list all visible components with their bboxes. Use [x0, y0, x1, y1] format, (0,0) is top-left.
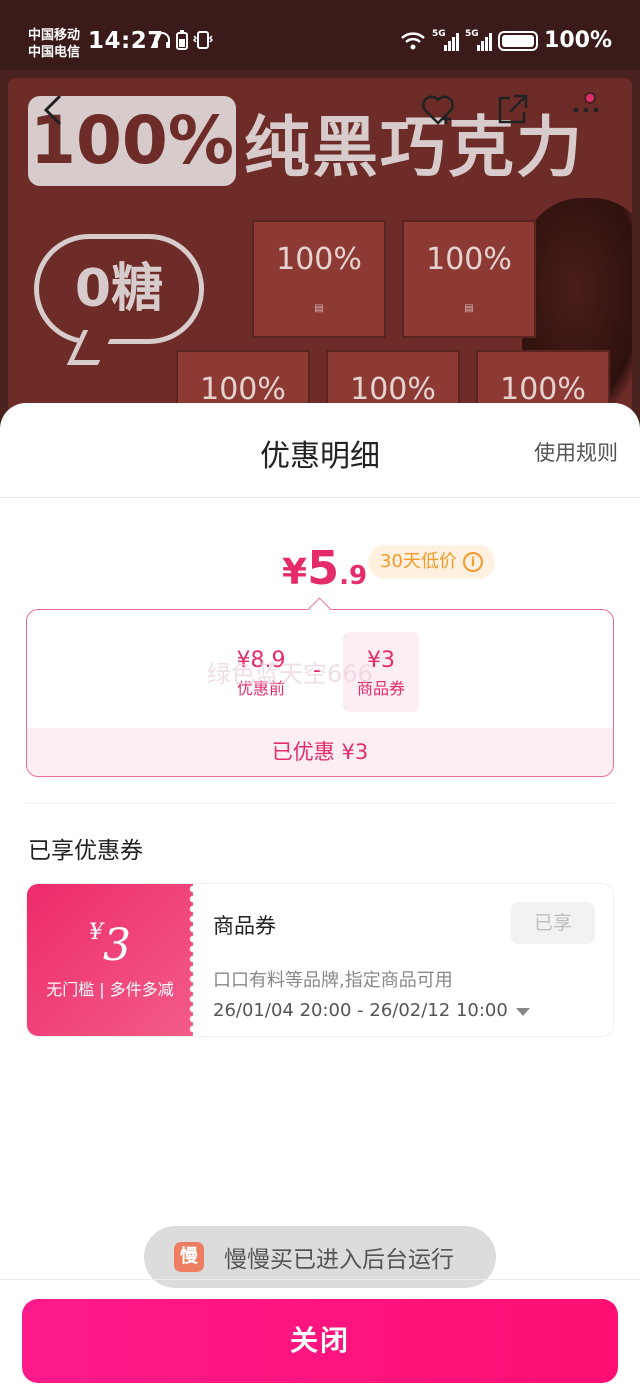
- notification-dot: [584, 92, 596, 104]
- signal-icon-2: 5G: [465, 29, 493, 51]
- signal-icon-1: 5G: [432, 29, 460, 51]
- headphones-icon: [154, 32, 170, 48]
- coupon-name: 商品券: [213, 914, 276, 938]
- battery-percent: 100%: [544, 28, 612, 53]
- back-button[interactable]: [26, 82, 82, 138]
- caret-down-icon: [515, 1007, 530, 1016]
- lowest-price-badge[interactable]: 30天低价 i: [368, 545, 495, 579]
- vibrate-icon: [192, 31, 214, 49]
- divider: [0, 497, 640, 498]
- product-hero: 100% 纯黑巧克力 0糖 100% ▤ 100% ▤ 100% 100% 100%: [0, 70, 640, 420]
- original-price-value: ¥8.9: [236, 648, 286, 673]
- coupon-condition: 无门槛 | 多件多减: [46, 980, 174, 999]
- carrier-names: 中国移动 中国电信: [28, 27, 80, 61]
- status-icons: [152, 30, 214, 50]
- coupon-discount-value: ¥3: [367, 648, 395, 673]
- coupon-scope: 口口有料等品牌,指定商品可用: [213, 970, 453, 991]
- battery-saver-icon: [176, 30, 188, 50]
- coupon-discount-label: 商品券: [356, 679, 405, 698]
- lowest-price-label: 30天低价: [380, 551, 457, 572]
- app-logo-icon: 慢: [174, 1242, 204, 1272]
- original-price-item: ¥8.9 优惠前: [223, 632, 299, 712]
- share-icon: [498, 94, 528, 124]
- coupon-card: ¥3 无门槛 | 多件多减 商品券 已享 口口有料等品牌,指定商品可用 26/0…: [26, 883, 614, 1037]
- toast-message: 慢慢买已进入后台运行: [224, 1247, 454, 1273]
- discount-detail-sheet: 优惠明细 使用规则 ¥5.9 30天低价 i ¥8.9 优惠前 - ¥3 商品券…: [0, 403, 640, 1400]
- original-price-label: 优惠前: [236, 679, 285, 698]
- coupon-value-panel: ¥3 无门槛 | 多件多减: [27, 884, 198, 1036]
- minus-operator: -: [313, 658, 321, 683]
- favorite-button[interactable]: [410, 82, 466, 138]
- applied-coupons-title: 已享优惠券: [28, 838, 143, 864]
- close-button[interactable]: 关闭: [22, 1299, 618, 1383]
- back-icon: [43, 94, 62, 126]
- info-icon: i: [462, 552, 483, 572]
- coupon-status-button[interactable]: 已享: [511, 902, 595, 944]
- more-button[interactable]: [558, 82, 614, 138]
- carrier-1: 中国移动: [28, 28, 81, 43]
- coupon-discount-item: ¥3 商品券: [343, 632, 419, 712]
- wifi-icon: [401, 31, 425, 49]
- usage-rules-link[interactable]: 使用规则: [534, 437, 618, 467]
- coupon-validity-text: 26/01/04 20:00 - 26/02/12 10:00: [213, 1000, 508, 1021]
- status-right: 5G 5G 100%: [400, 28, 612, 53]
- battery-icon: [498, 30, 539, 51]
- product-box: 100% ▤: [252, 220, 386, 338]
- coupon-validity[interactable]: 26/01/04 20:00 - 26/02/12 10:00: [213, 1000, 530, 1021]
- status-bar: 中国移动 中国电信 14:27 5G 5G 100%: [0, 0, 640, 80]
- price-calculation-card: ¥8.9 优惠前 - ¥3 商品券 绿色蓝天空666 已优惠 ¥3: [26, 609, 614, 777]
- favorite-add-icon: [422, 95, 454, 125]
- divider: [0, 1279, 640, 1280]
- sugar-free-badge: 0糖: [34, 234, 204, 344]
- share-button[interactable]: [484, 82, 540, 138]
- product-box: 100% ▤: [402, 220, 536, 338]
- carrier-2: 中国电信: [28, 45, 81, 60]
- coupon-amount: ¥3: [89, 920, 131, 971]
- final-price: ¥5.9: [282, 541, 368, 595]
- divider: [26, 803, 614, 804]
- total-saved: 已优惠 ¥3: [27, 728, 613, 776]
